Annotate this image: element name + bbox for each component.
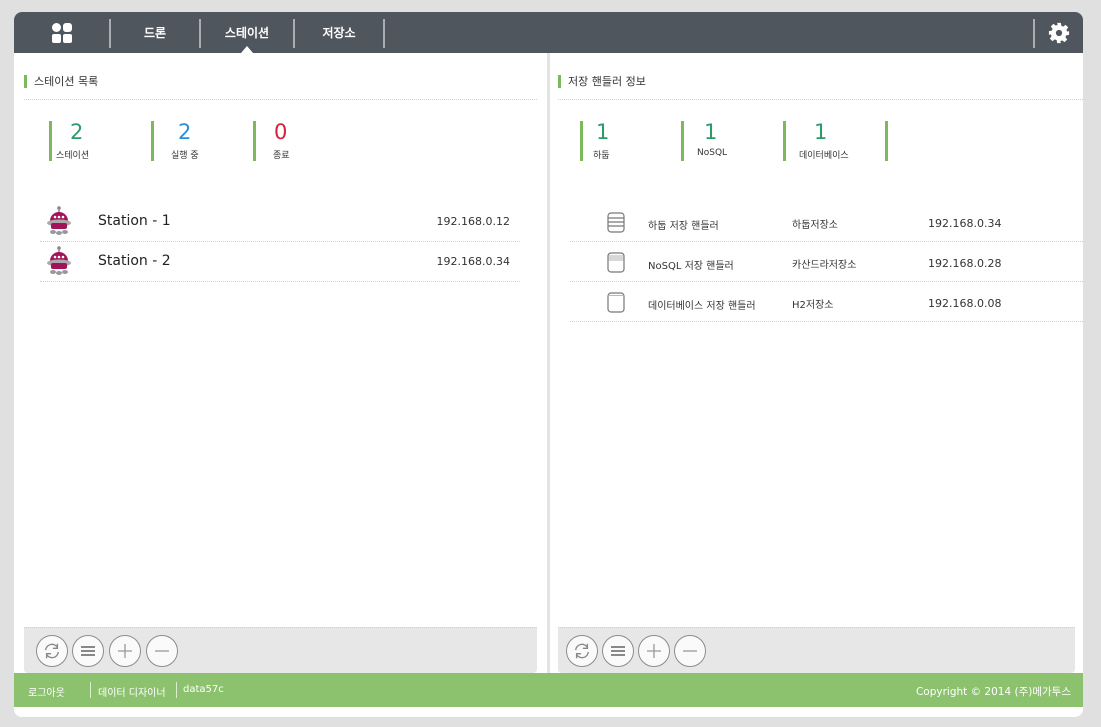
list-button[interactable] bbox=[602, 635, 634, 667]
refresh-button[interactable] bbox=[36, 635, 68, 667]
home-button[interactable] bbox=[14, 12, 109, 53]
station-row[interactable]: Station - 2 192.168.0.34 bbox=[40, 242, 520, 282]
handler-name: NoSQL 저장 핸들러 bbox=[648, 261, 734, 272]
divider bbox=[24, 99, 537, 100]
station-ip: 192.168.0.12 bbox=[436, 215, 510, 228]
tab-station[interactable]: 스테이션 bbox=[201, 12, 293, 53]
logout-link[interactable]: 로그아웃 bbox=[28, 684, 65, 699]
handler-storage: H2저장소 bbox=[792, 300, 834, 311]
database-stack-icon bbox=[607, 212, 625, 233]
user-id: data57c bbox=[183, 684, 224, 695]
add-button[interactable] bbox=[638, 635, 670, 667]
stat-hadoop: 1 하둡 bbox=[580, 121, 670, 161]
handler-storage: 하둡저장소 bbox=[792, 220, 838, 231]
database-empty-icon bbox=[607, 292, 625, 313]
stat-label: 하둡 bbox=[593, 151, 610, 161]
footer: 로그아웃 데이터 디자이너 data57c Copyright © 2014 (… bbox=[14, 673, 1083, 707]
footer-divider bbox=[90, 682, 91, 698]
minus-icon bbox=[683, 650, 697, 652]
refresh-button[interactable] bbox=[566, 635, 598, 667]
stat-running: 2 실행 중 bbox=[151, 121, 241, 161]
stat-stations: 2 스테이션 bbox=[49, 121, 139, 161]
app-window: 드론 스테이션 저장소 스테이션 목록 2 스테이션 2 실행 중 0 종료 S… bbox=[14, 12, 1083, 717]
gear-icon bbox=[1048, 22, 1070, 43]
station-ip: 192.168.0.34 bbox=[436, 255, 510, 268]
list-button[interactable] bbox=[72, 635, 104, 667]
storage-handler-panel: 저장 핸들러 정보 1 하둡 1 NoSQL 1 데이터베이스 하둡 저장 핸들… bbox=[550, 53, 1083, 673]
plus-icon bbox=[118, 644, 132, 658]
handler-ip: 192.168.0.08 bbox=[928, 297, 1002, 310]
stat-value: 1 bbox=[704, 120, 718, 144]
stat-label: 종료 bbox=[273, 151, 290, 161]
robot-icon bbox=[47, 206, 71, 235]
handler-storage: 카산드라저장소 bbox=[792, 260, 857, 271]
stat-label: 데이터베이스 bbox=[799, 151, 849, 161]
database-lines-icon bbox=[607, 252, 625, 273]
remove-button[interactable] bbox=[146, 635, 178, 667]
handler-name: 데이터베이스 저장 핸들러 bbox=[648, 301, 756, 312]
plus-icon bbox=[647, 644, 661, 658]
stat-stopped: 0 종료 bbox=[253, 121, 343, 161]
station-name: Station - 1 bbox=[98, 213, 171, 229]
copyright: Copyright © 2014 (주)메가투스 bbox=[915, 686, 1071, 698]
stat-value: 2 bbox=[70, 120, 84, 144]
stat-label: 스테이션 bbox=[56, 151, 90, 161]
stat-label: NoSQL bbox=[697, 148, 728, 158]
refresh-icon bbox=[45, 643, 59, 659]
handler-ip: 192.168.0.28 bbox=[928, 257, 1002, 270]
handler-row[interactable]: 데이터베이스 저장 핸들러 H2저장소 192.168.0.08 bbox=[570, 282, 1083, 322]
user-role: 데이터 디자이너 bbox=[98, 688, 166, 699]
stat-divider bbox=[885, 121, 888, 161]
footer-divider bbox=[176, 682, 177, 698]
handler-toolbar bbox=[558, 627, 1075, 673]
handler-ip: 192.168.0.34 bbox=[928, 217, 1002, 230]
stat-nosql: 1 NoSQL bbox=[681, 121, 771, 161]
list-icon bbox=[81, 646, 95, 656]
stat-database: 1 데이터베이스 bbox=[783, 121, 873, 161]
remove-button[interactable] bbox=[674, 635, 706, 667]
add-button[interactable] bbox=[109, 635, 141, 667]
station-toolbar bbox=[24, 627, 537, 673]
station-list-panel: 스테이션 목록 2 스테이션 2 실행 중 0 종료 Station - 1 1… bbox=[14, 53, 547, 673]
robot-icon bbox=[47, 246, 71, 275]
nav-divider bbox=[383, 19, 385, 48]
stat-label: 실행 중 bbox=[171, 151, 199, 161]
handler-row[interactable]: NoSQL 저장 핸들러 카산드라저장소 192.168.0.28 bbox=[570, 242, 1083, 282]
divider bbox=[558, 99, 1083, 100]
panel-title: 저장 핸들러 정보 bbox=[558, 75, 646, 88]
handler-row[interactable]: 하둡 저장 핸들러 하둡저장소 192.168.0.34 bbox=[570, 202, 1083, 242]
minus-icon bbox=[155, 650, 169, 652]
settings-button[interactable] bbox=[1035, 12, 1083, 53]
grid-icon bbox=[51, 22, 72, 43]
stat-value: 0 bbox=[274, 120, 288, 144]
refresh-icon bbox=[575, 643, 589, 659]
tab-drone[interactable]: 드론 bbox=[111, 12, 199, 53]
panel-title: 스테이션 목록 bbox=[24, 75, 98, 88]
handler-name: 하둡 저장 핸들러 bbox=[648, 221, 719, 232]
stat-value: 1 bbox=[596, 120, 610, 144]
stat-value: 1 bbox=[814, 120, 828, 144]
top-nav: 드론 스테이션 저장소 bbox=[14, 12, 1083, 53]
tab-storage[interactable]: 저장소 bbox=[295, 12, 383, 53]
station-name: Station - 2 bbox=[98, 253, 171, 269]
stat-value: 2 bbox=[178, 120, 192, 144]
station-row[interactable]: Station - 1 192.168.0.12 bbox=[40, 202, 520, 242]
list-icon bbox=[611, 646, 625, 656]
